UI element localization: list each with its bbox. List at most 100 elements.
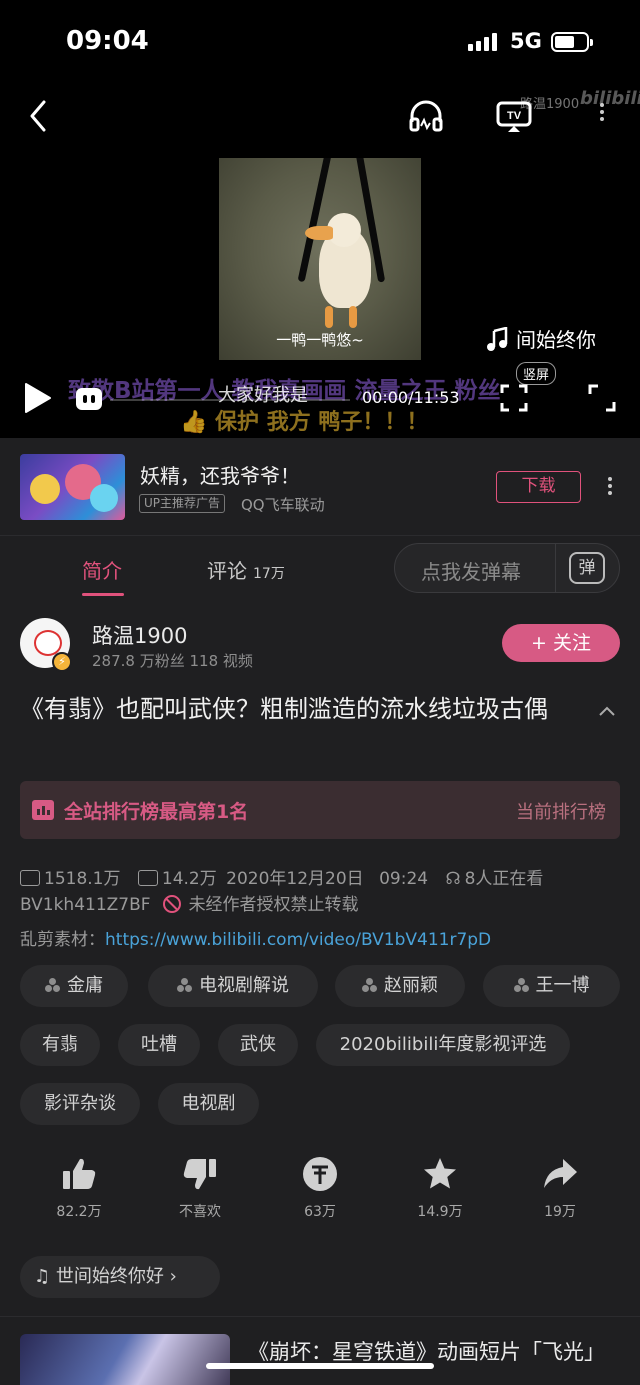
ad-badge: UP主推荐广告 [139, 494, 226, 513]
watching-count: 8人正在看 [464, 869, 544, 889]
vertical-mode-label: 竖屏 [516, 362, 557, 385]
divider [0, 1316, 640, 1317]
view-count: 1518.1万 [44, 869, 121, 889]
tag-chip[interactable]: 武侠 [218, 1024, 298, 1066]
play-icon[interactable] [20, 380, 54, 416]
network-type: 5G [510, 29, 542, 53]
tag-label: 电视剧解说 [199, 975, 289, 996]
video-title: 《有翡》也配叫武侠？粗制滥造的流水线垃圾古偶 [20, 695, 548, 723]
danmaku-toggle-icon[interactable] [76, 388, 102, 410]
timecode: 00:00/11:53 [362, 388, 460, 407]
dislike-button[interactable]: 不喜欢 [160, 1155, 240, 1221]
comments-count: 17万 [253, 566, 285, 582]
tag-chip[interactable]: 影评杂谈 [20, 1083, 140, 1125]
follow-button[interactable]: + 关注 [502, 624, 620, 662]
danmaku-send-icon[interactable]: 弹 [569, 552, 605, 584]
danmaku-comment: 👍 保护 我方 鸭子！！！ [180, 410, 429, 435]
danmaku-input[interactable]: 点我发弹幕 弹 [394, 543, 620, 593]
danmaku-placeholder: 点我发弹幕 [421, 560, 521, 584]
ad-thumbnail[interactable] [20, 454, 125, 520]
current-rank-link[interactable]: 当前排行榜 [516, 798, 606, 824]
tab-active-indicator [82, 593, 124, 596]
source-link[interactable]: https://www.bilibili.com/video/BV1bV411r… [105, 930, 491, 950]
coin-count: 63万 [304, 1204, 336, 1220]
uploader-stats: 287.8 万粉丝 118 视频 [92, 652, 253, 670]
back-arrow-icon[interactable] [24, 96, 56, 136]
recommendation-thumbnail[interactable] [20, 1334, 230, 1385]
tag-chip[interactable]: 吐槽 [118, 1024, 200, 1066]
ad-title[interactable]: 妖精，还我爷爷！ [140, 460, 300, 489]
share-count: 19万 [544, 1204, 576, 1220]
progress-bar[interactable] [110, 399, 350, 401]
star-icon [424, 1158, 456, 1189]
more-options-icon[interactable] [582, 96, 622, 136]
chevron-up-icon[interactable] [598, 702, 616, 720]
headphones-icon[interactable] [406, 96, 446, 136]
rank-banner[interactable]: 全站排行榜最高第1名 当前排行榜 [20, 781, 620, 839]
publish-date: 2020年12月20日 [226, 869, 364, 889]
tag-label: 王一博 [535, 975, 590, 996]
divider [555, 544, 556, 592]
thumbs-down-icon [183, 1159, 216, 1190]
coin-button[interactable]: 63万 [280, 1155, 360, 1221]
bvid[interactable]: BV1kh411Z7BF [20, 895, 151, 915]
favorite-count: 14.9万 [417, 1204, 463, 1220]
tag-chip[interactable]: 电视剧解说 [148, 965, 318, 1007]
thumbs-up-icon [63, 1158, 96, 1189]
tag-chip[interactable]: 2020bilibili年度影视评选 [316, 1024, 570, 1066]
music-note-icon [487, 326, 508, 351]
share-button[interactable]: 19万 [520, 1155, 600, 1221]
verified-badge-icon: ⚡ [52, 652, 72, 672]
vertical-fullscreen-icon[interactable] [500, 384, 528, 412]
tag-chip[interactable]: 赵丽颖 [335, 965, 465, 1007]
tag-chip[interactable]: 有翡 [20, 1024, 100, 1066]
channel-icon [177, 978, 193, 992]
status-time: 09:04 [66, 26, 149, 56]
tab-bar: 简介 评论 17万 点我发弹幕 弹 [0, 537, 640, 597]
uploader-name[interactable]: 路温1900 [92, 620, 187, 650]
download-button[interactable]: 下载 [496, 471, 581, 503]
video-stats: 1518.1万 14.2万 2020年12月20日 09:24 ☊ 8人正在看 [20, 864, 547, 889]
play-count-icon [20, 870, 40, 886]
like-button[interactable]: 82.2万 [39, 1155, 119, 1221]
ad-more-icon[interactable] [600, 474, 620, 502]
copyright-notice: 未经作者授权禁止转载 [188, 895, 359, 915]
like-count: 82.2万 [56, 1204, 102, 1220]
dislike-label: 不喜欢 [179, 1204, 221, 1220]
ad-sponsor: QQ飞车联动 [241, 496, 325, 514]
danmaku-count: 14.2万 [161, 869, 217, 889]
danmaku-count-icon [137, 870, 158, 886]
video-player[interactable]: TV 路温1900 bilibili 一鸭一鸭悠~ 致敬B站第一人 教我真画画 … [0, 88, 640, 438]
video-id-row: BV1kh411Z7BF 未经作者授权禁止转载 [20, 890, 359, 915]
fullscreen-icon[interactable] [588, 384, 616, 412]
status-bar: 09:04 5G [0, 0, 640, 88]
chevron-right-icon: › [163, 1266, 177, 1287]
watermark-user: 路温1900 [520, 97, 580, 112]
tag-chip[interactable]: 金庸 [20, 965, 128, 1007]
ad-banner[interactable]: 妖精，还我爷爷！ UP主推荐广告 QQ飞车联动 下载 [0, 438, 640, 536]
share-arrow-icon [544, 1159, 577, 1188]
tag-label: 金庸 [67, 975, 103, 996]
song-chip[interactable]: ♫ 世间始终你好 › [20, 1256, 220, 1298]
video-frame: 一鸭一鸭悠~ [219, 158, 421, 360]
tab-intro[interactable]: 简介 [82, 555, 122, 584]
tab-comments-label: 评论 [207, 559, 247, 583]
tag-chip[interactable]: 王一博 [483, 965, 620, 1007]
music-tag[interactable]: 间始终你 [486, 324, 596, 353]
source-label: 乱剪素材： [20, 930, 105, 950]
source-row: 乱剪素材：https://www.bilibili.com/video/BV1b… [20, 925, 491, 950]
favorite-button[interactable]: 14.9万 [400, 1155, 480, 1221]
tab-comments[interactable]: 评论 17万 [207, 555, 285, 584]
publish-time: 09:24 [379, 869, 429, 889]
no-repost-icon [162, 895, 181, 913]
uploader-row[interactable]: ⚡ 路温1900 287.8 万粉丝 118 视频 + 关注 [0, 610, 640, 680]
subtitle-caption: 一鸭一鸭悠~ [276, 331, 364, 349]
rank-text: 全站排行榜最高第1名 [64, 801, 249, 823]
tag-chip[interactable]: 电视剧 [158, 1083, 259, 1125]
music-tag-label: 间始终你 [516, 328, 596, 352]
tag-label: 赵丽颖 [384, 975, 438, 996]
channel-icon [513, 978, 530, 992]
battery-icon [551, 32, 593, 52]
rank-chart-icon [32, 800, 54, 820]
home-indicator[interactable] [206, 1363, 434, 1369]
